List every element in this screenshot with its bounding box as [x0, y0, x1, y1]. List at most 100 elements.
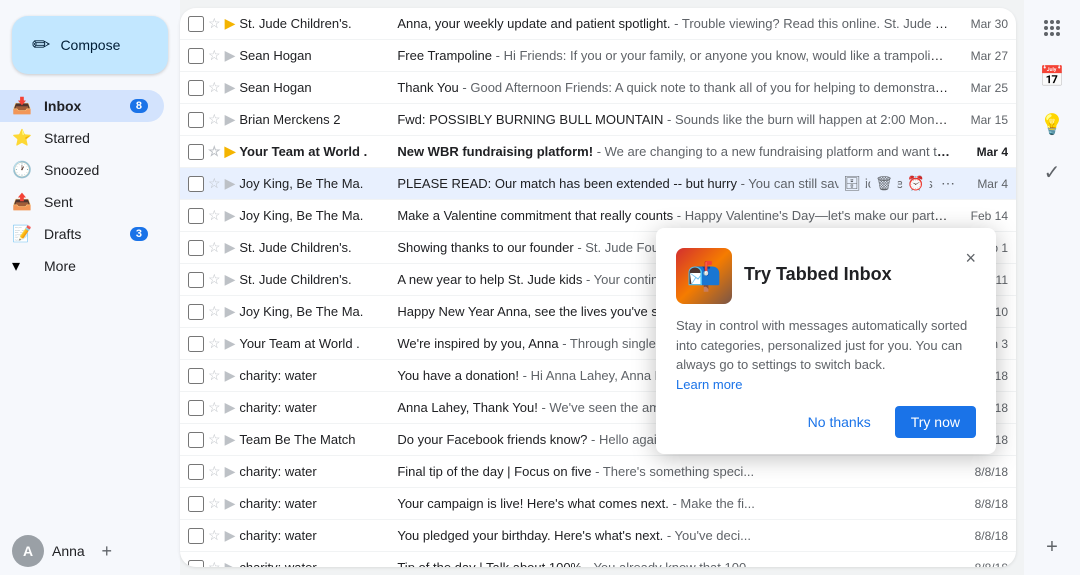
- avatar[interactable]: A: [12, 535, 44, 567]
- star-icon[interactable]: ☆: [208, 239, 221, 256]
- email-subject: Your campaign is live! Here's what comes…: [397, 496, 669, 511]
- email-sender: St. Jude Children's.: [239, 16, 389, 31]
- sidebar-item-label-snoozed: Snoozed: [44, 162, 148, 178]
- keep-icon[interactable]: 💡: [1032, 104, 1072, 144]
- learn-more-link[interactable]: Learn more: [676, 377, 742, 392]
- sidebar-item-sent[interactable]: 📤 Sent: [0, 186, 164, 218]
- email-row[interactable]: ☆ ▶ charity: water Final tip of the day …: [180, 456, 1016, 488]
- add-user-button[interactable]: +: [93, 537, 121, 565]
- star-icon[interactable]: ☆: [208, 431, 221, 448]
- email-checkbox[interactable]: [188, 208, 204, 224]
- email-checkbox[interactable]: [188, 272, 204, 288]
- email-checkbox[interactable]: [188, 48, 204, 64]
- sidebar-item-inbox[interactable]: 📥 Inbox 8: [0, 90, 164, 122]
- snoozed-icon: 🕐: [12, 160, 32, 180]
- email-checkbox[interactable]: [188, 400, 204, 416]
- email-sender: charity: water: [239, 528, 389, 543]
- email-sender: Your Team at World .: [239, 336, 389, 351]
- sidebar-item-starred[interactable]: ⭐ Starred: [0, 122, 164, 154]
- important-icon: ▶: [225, 79, 236, 96]
- email-sender: Team Be The Match: [239, 432, 389, 447]
- popup-close-button[interactable]: ×: [965, 248, 976, 269]
- star-icon[interactable]: ☆: [208, 47, 221, 64]
- more-apps-icon[interactable]: +: [1032, 527, 1072, 567]
- email-checkbox[interactable]: [188, 16, 204, 32]
- star-icon[interactable]: ☆: [208, 271, 221, 288]
- email-checkbox[interactable]: [188, 304, 204, 320]
- email-content: Final tip of the day | Focus on five - T…: [397, 464, 950, 479]
- email-checkbox[interactable]: [188, 80, 204, 96]
- email-date: Mar 27: [958, 49, 1008, 63]
- star-icon[interactable]: ☆: [208, 175, 221, 192]
- email-checkbox[interactable]: [188, 240, 204, 256]
- compose-plus-icon: ✏: [32, 32, 50, 58]
- email-content: Free Trampoline - Hi Friends: If you or …: [397, 48, 950, 63]
- star-icon[interactable]: ☆: [208, 79, 221, 96]
- email-row[interactable]: ☆ ▶ charity: water You pledged your birt…: [180, 520, 1016, 552]
- star-icon[interactable]: ☆: [208, 367, 221, 384]
- email-checkbox[interactable]: [188, 496, 204, 512]
- important-icon: ▶: [225, 239, 236, 256]
- email-row[interactable]: ☆ ▶ Brian Merckens 2 Fwd: POSSIBLY BURNI…: [180, 104, 1016, 136]
- email-date: 8/8/18: [958, 529, 1008, 543]
- email-date: Mar 4: [958, 177, 1008, 191]
- email-preview: - We are changing to a new fundraising p…: [597, 144, 950, 159]
- email-preview: - You've deci...: [667, 528, 751, 543]
- sidebar-item-drafts[interactable]: 📝 Drafts 3: [0, 218, 164, 250]
- try-now-button[interactable]: Try now: [895, 406, 976, 438]
- sidebar-item-label-starred: Starred: [44, 130, 148, 146]
- email-row[interactable]: ☆ ▶ St. Jude Children's. Anna, your week…: [180, 8, 1016, 40]
- sidebar-item-label-drafts: Drafts: [44, 226, 130, 242]
- email-checkbox[interactable]: [188, 336, 204, 352]
- star-icon[interactable]: ☆: [208, 559, 221, 567]
- inbox-icon: 📥: [12, 96, 32, 116]
- email-content: Thank You - Good Afternoon Friends: A qu…: [397, 80, 950, 95]
- no-thanks-button[interactable]: No thanks: [792, 406, 887, 438]
- star-icon[interactable]: ☆: [208, 143, 221, 160]
- snooze-icon[interactable]: ⏰: [902, 170, 930, 198]
- important-icon: ▶: [225, 271, 236, 288]
- sidebar-item-snoozed[interactable]: 🕐 Snoozed: [0, 154, 164, 186]
- star-icon[interactable]: ☆: [208, 207, 221, 224]
- email-checkbox[interactable]: [188, 528, 204, 544]
- important-icon: ▶: [225, 175, 236, 192]
- star-icon[interactable]: ☆: [208, 495, 221, 512]
- email-checkbox[interactable]: [188, 176, 204, 192]
- archive-icon[interactable]: 🗄: [838, 170, 866, 198]
- email-checkbox[interactable]: [188, 368, 204, 384]
- star-icon[interactable]: ☆: [208, 463, 221, 480]
- compose-button[interactable]: ✏ Compose: [12, 16, 168, 74]
- tabbed-inbox-popup: 📬 Try Tabbed Inbox × Stay in control wit…: [656, 228, 996, 454]
- more-icon[interactable]: ⋯: [934, 170, 962, 198]
- google-apps-icon[interactable]: [1032, 8, 1072, 48]
- tasks-icon[interactable]: ✓: [1032, 152, 1072, 192]
- email-row[interactable]: ☆ ▶ charity: water Tip of the day | Talk…: [180, 552, 1016, 567]
- email-row[interactable]: ☆ ▶ charity: water Your campaign is live…: [180, 488, 1016, 520]
- calendar-icon[interactable]: 📅: [1032, 56, 1072, 96]
- email-row[interactable]: ☆ ▶ Joy King, Be The Ma. PLEASE READ: Ou…: [180, 168, 1016, 200]
- email-row[interactable]: ☆ ▶ Your Team at World . New WBR fundrai…: [180, 136, 1016, 168]
- email-subject: Final tip of the day | Focus on five: [397, 464, 591, 479]
- important-icon: ▶: [225, 431, 236, 448]
- email-preview: - Happy Valentine's Day—let's make our p…: [677, 208, 950, 223]
- star-icon[interactable]: ☆: [208, 399, 221, 416]
- star-icon[interactable]: ☆: [208, 527, 221, 544]
- email-checkbox[interactable]: [188, 464, 204, 480]
- star-icon[interactable]: ☆: [208, 335, 221, 352]
- sidebar-item-more[interactable]: ▾ More: [0, 250, 164, 282]
- email-checkbox[interactable]: [188, 560, 204, 568]
- important-icon: ▶: [225, 495, 236, 512]
- email-checkbox[interactable]: [188, 112, 204, 128]
- email-row[interactable]: ☆ ▶ Sean Hogan Free Trampoline - Hi Frie…: [180, 40, 1016, 72]
- important-icon: ▶: [225, 111, 236, 128]
- email-date: 8/8/18: [958, 465, 1008, 479]
- star-icon[interactable]: ☆: [208, 15, 221, 32]
- email-checkbox[interactable]: [188, 144, 204, 160]
- email-subject: A new year to help St. Jude kids: [397, 272, 582, 287]
- email-row[interactable]: ☆ ▶ Sean Hogan Thank You - Good Afternoo…: [180, 72, 1016, 104]
- star-icon[interactable]: ☆: [208, 303, 221, 320]
- email-checkbox[interactable]: [188, 432, 204, 448]
- delete-icon[interactable]: 🗑: [870, 170, 898, 198]
- star-icon[interactable]: ☆: [208, 111, 221, 128]
- starred-icon: ⭐: [12, 128, 32, 148]
